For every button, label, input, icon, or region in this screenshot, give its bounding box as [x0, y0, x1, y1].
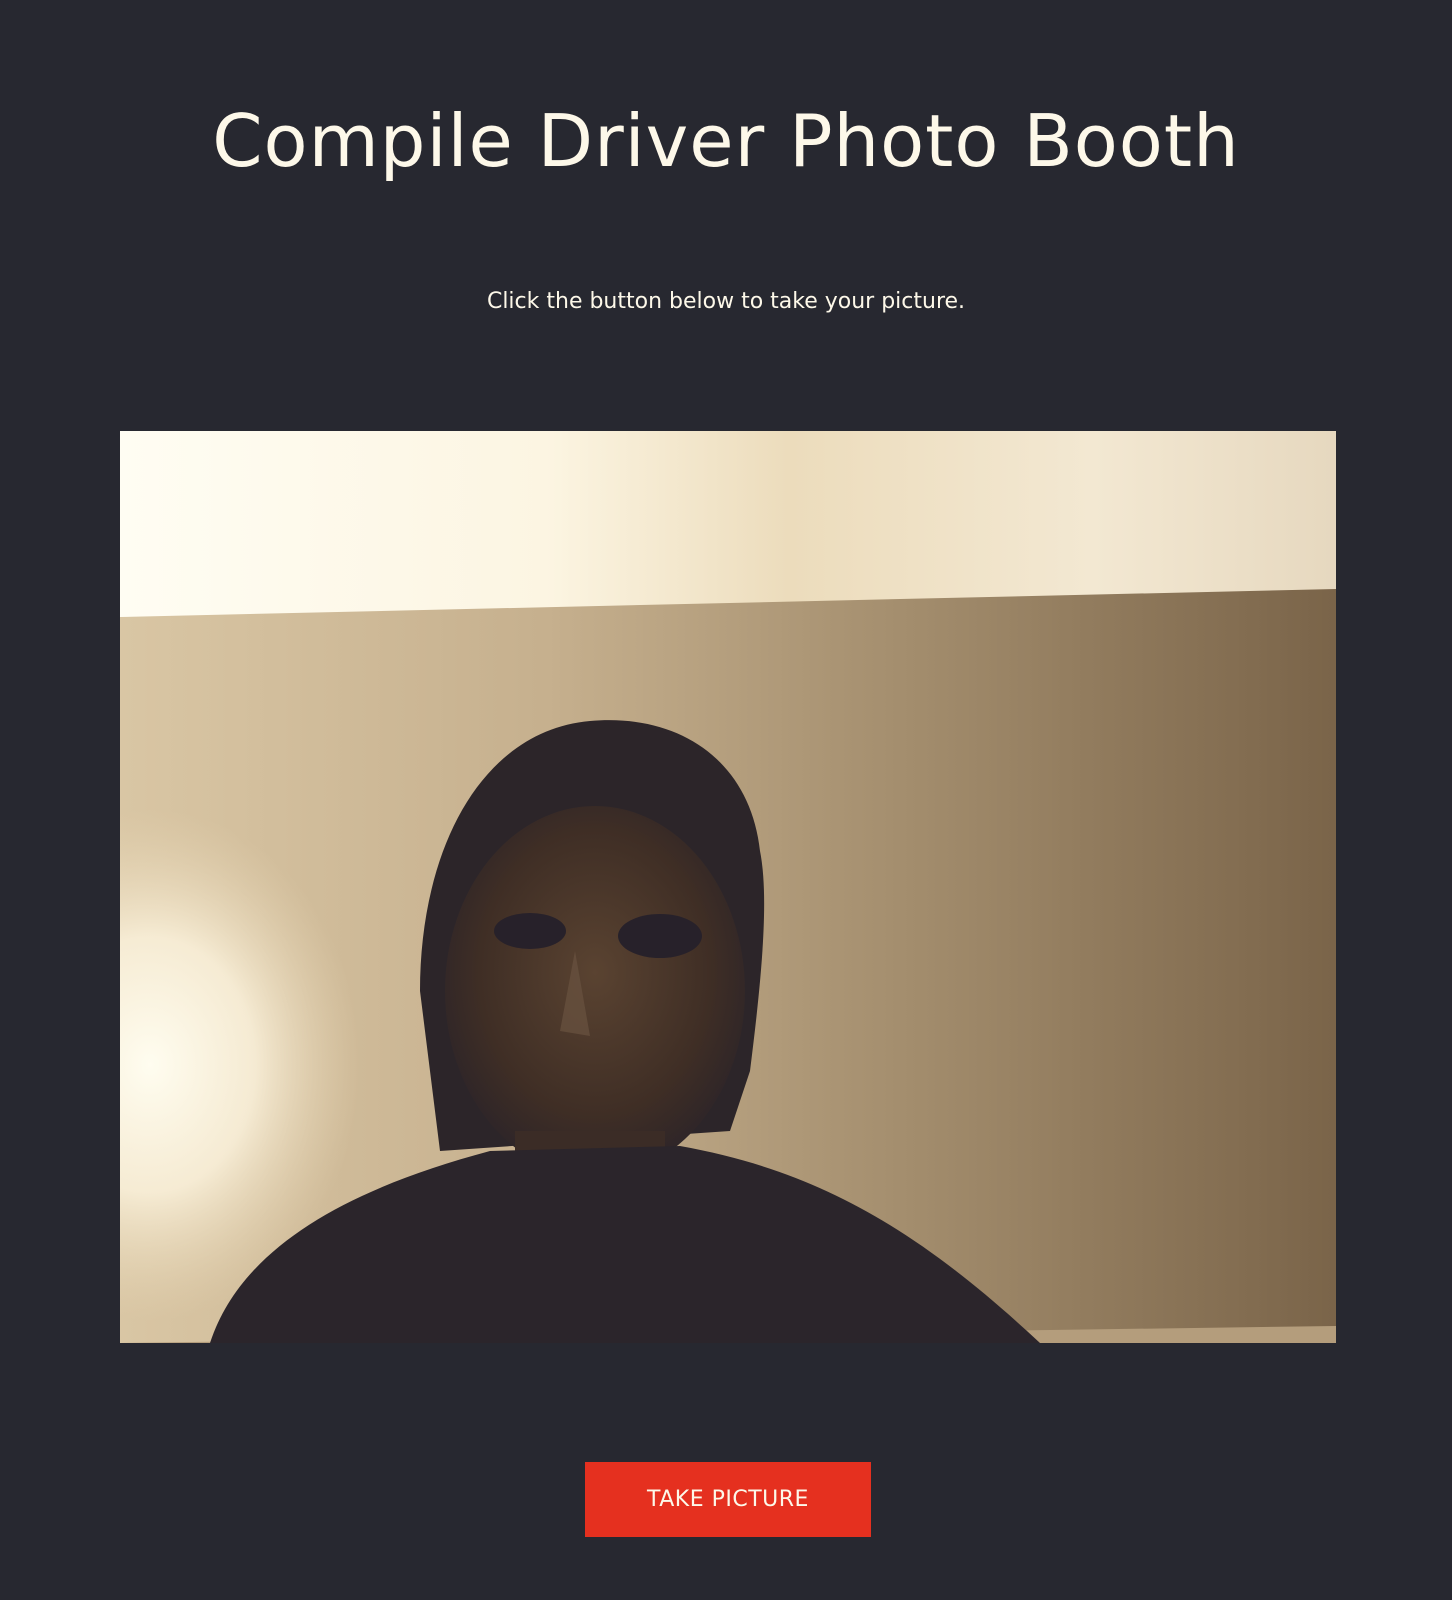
- webcam-frame-image: [120, 431, 1336, 1343]
- page-title: Compile Driver Photo Booth: [212, 99, 1240, 183]
- camera-feed-video: [120, 431, 1336, 1343]
- take-picture-button[interactable]: TAKE PICTURE: [585, 1462, 871, 1537]
- instructions-text: Click the button below to take your pict…: [486, 289, 966, 314]
